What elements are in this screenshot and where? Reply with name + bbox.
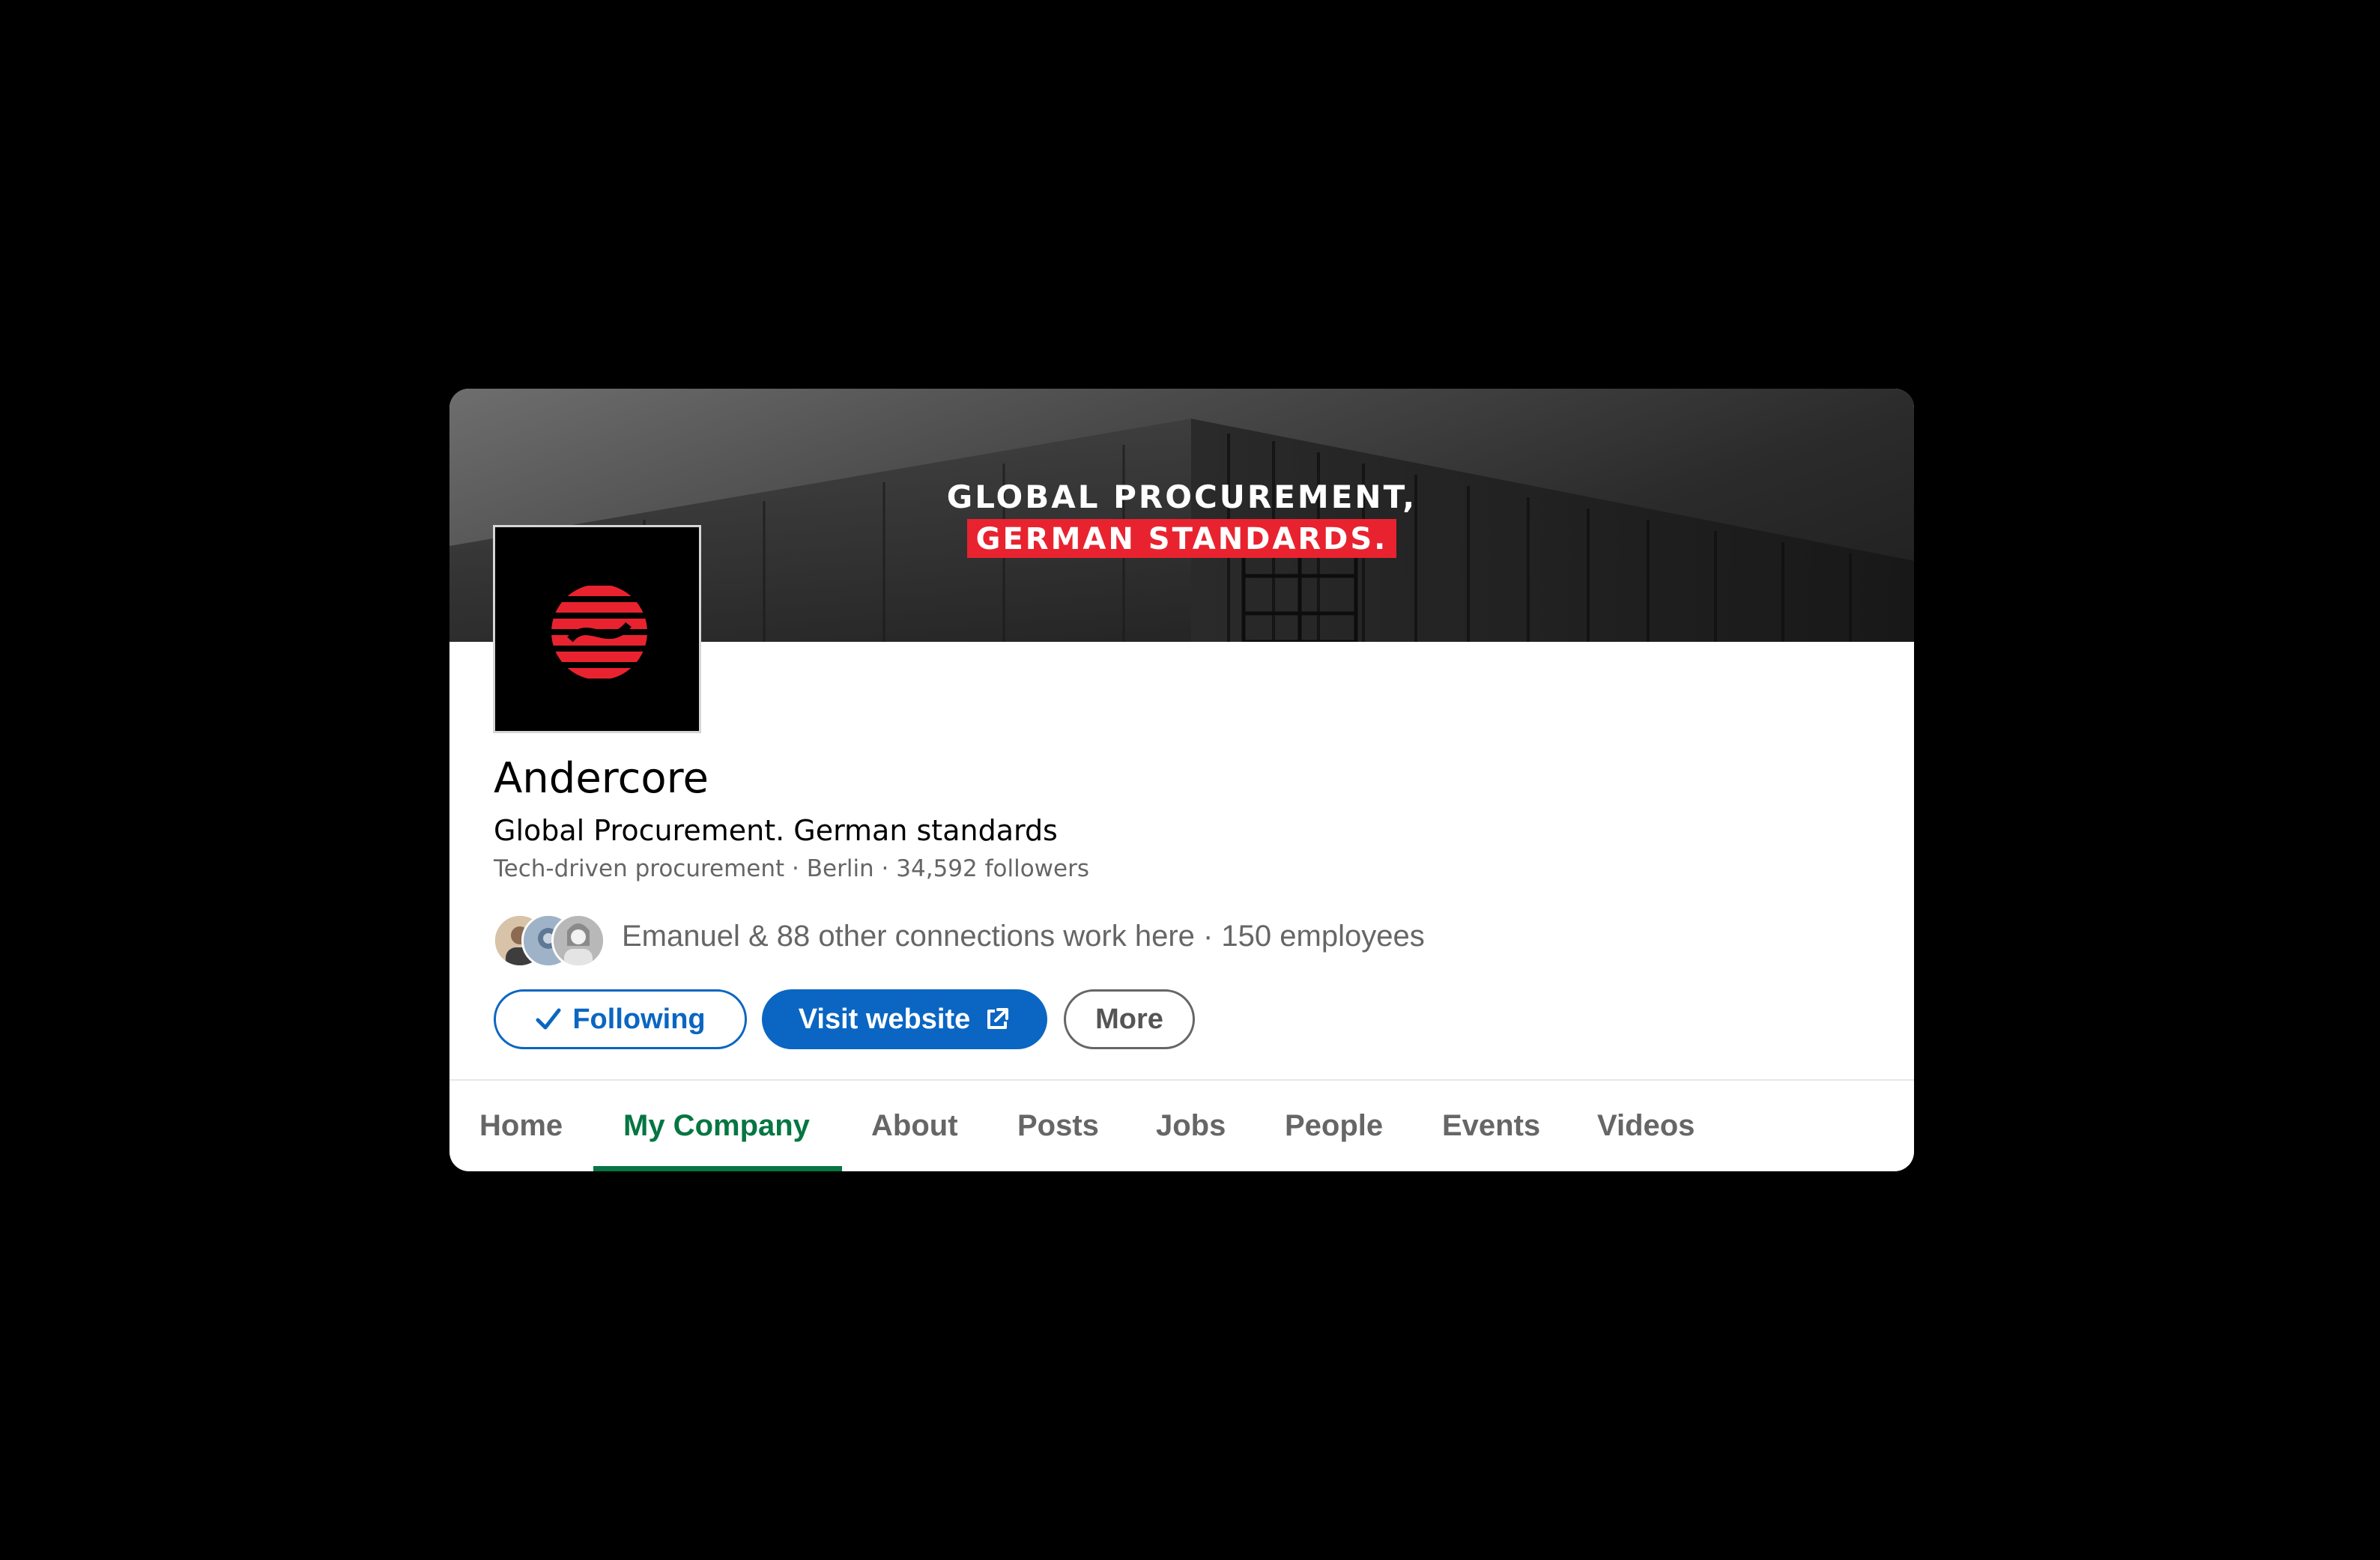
company-tagline: Global Procurement. German standards: [494, 814, 1058, 847]
visit-website-button[interactable]: Visit website: [762, 989, 1047, 1049]
tab-videos[interactable]: Videos: [1597, 1109, 1695, 1143]
external-link-icon: [984, 1006, 1011, 1033]
tab-posts[interactable]: Posts: [1017, 1109, 1099, 1143]
tab-my-company[interactable]: My Company: [623, 1109, 810, 1143]
active-tab-indicator: [593, 1166, 842, 1171]
visit-website-label: Visit website: [798, 1003, 971, 1035]
connection-avatars[interactable]: [493, 914, 607, 968]
tab-people[interactable]: People: [1285, 1109, 1383, 1143]
connections-summary[interactable]: Emanuel & 88 other connections work here…: [622, 920, 1425, 953]
tab-jobs[interactable]: Jobs: [1156, 1109, 1226, 1143]
company-meta: Tech-driven procurement · Berlin · 34,59…: [494, 855, 1089, 882]
company-logo[interactable]: [493, 525, 701, 733]
more-button[interactable]: More: [1064, 989, 1195, 1049]
tab-about[interactable]: About: [871, 1109, 958, 1143]
company-name: Andercore: [494, 754, 709, 803]
checkmark-icon: [535, 1006, 562, 1033]
andercore-logo-icon: [551, 586, 647, 679]
page-tabs: Home My Company About Posts Jobs People …: [449, 1081, 1914, 1171]
following-label: Following: [572, 1003, 706, 1035]
tab-events[interactable]: Events: [1442, 1109, 1540, 1143]
avatar: [551, 914, 605, 968]
tab-home[interactable]: Home: [479, 1109, 563, 1143]
company-page-card: GLOBAL PROCUREMENT, GERMAN STANDARDS. An…: [449, 389, 1914, 1171]
more-label: More: [1095, 1003, 1163, 1035]
banner-headline-line2: GERMAN STANDARDS.: [966, 519, 1397, 558]
following-button[interactable]: Following: [494, 989, 747, 1049]
banner-headline-line1: GLOBAL PROCUREMENT,: [946, 479, 1417, 515]
